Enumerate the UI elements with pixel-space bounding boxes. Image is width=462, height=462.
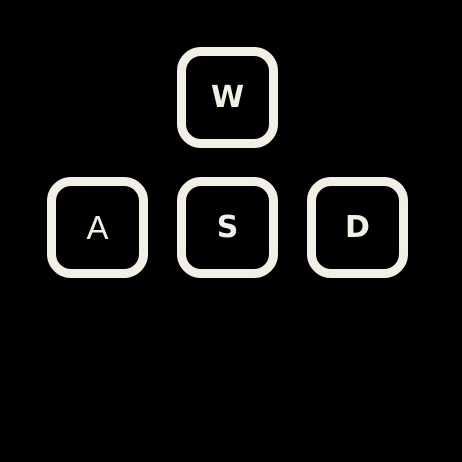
d-key-label: D <box>345 209 370 245</box>
s-key-label: S <box>216 209 239 245</box>
d-key[interactable]: D <box>307 177 408 278</box>
s-key[interactable]: S <box>177 177 278 278</box>
w-key-label: W <box>210 79 245 115</box>
a-key-label: A <box>86 209 109 246</box>
a-key[interactable]: A <box>47 177 148 278</box>
w-key[interactable]: W <box>177 47 278 148</box>
